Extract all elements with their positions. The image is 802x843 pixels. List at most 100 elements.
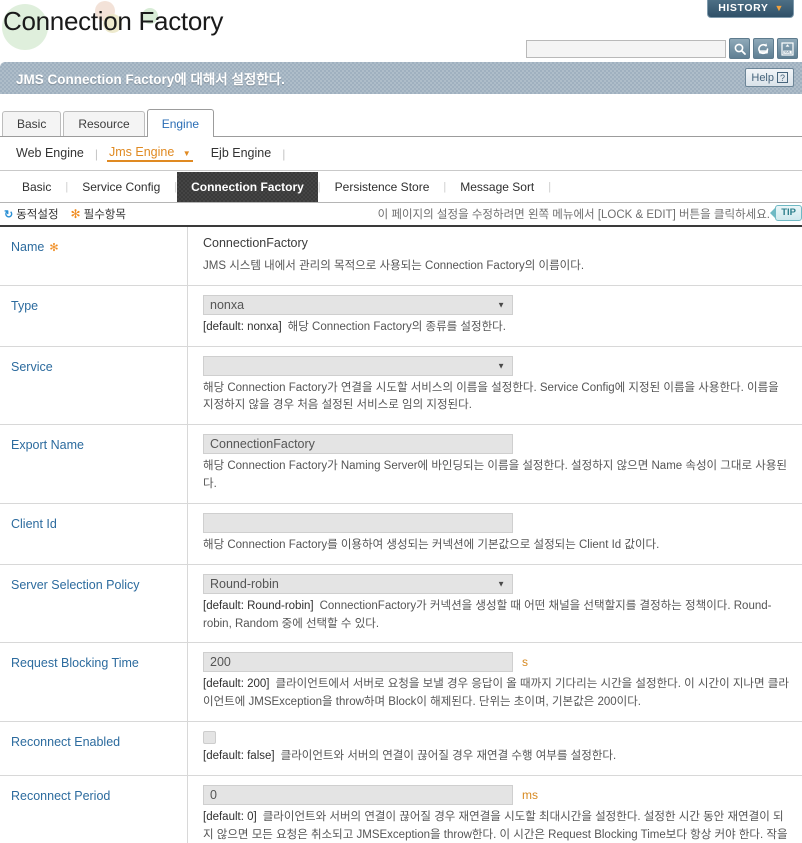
field-description-text: 클라이언트에서 서버로 요청을 보낼 경우 응답이 올 때까지 기다리는 시간을…: [203, 678, 789, 709]
nav-separator: |: [94, 146, 98, 161]
page-title: Connection Factory: [3, 6, 224, 36]
tab-label: Connection Factory: [191, 179, 304, 194]
search-bar: XML: [526, 38, 798, 59]
form-row-label-cell: Service: [0, 346, 188, 425]
tertiary-tab-bar: Basic | Service Config | Connection Fact…: [0, 171, 802, 203]
tab-persistence-store[interactable]: Persistence Store: [321, 174, 444, 200]
field-description: [default: 0] 클라이언트와 서버의 연결이 끊어질 경우 재연결을 시…: [203, 809, 792, 843]
form-row: Export Name 해당 Connection Factory가 Naming…: [0, 425, 802, 504]
field-default-value: [default: 0]: [203, 810, 257, 823]
field-text-input[interactable]: [203, 434, 513, 455]
nav-item-label: Jms Engine: [109, 145, 175, 159]
field-checkbox[interactable]: [203, 730, 216, 744]
field-label: Reconnect Period: [11, 788, 111, 803]
search-icon-button[interactable]: [729, 38, 750, 59]
form-row-field-cell: 해당 Connection Factory를 이용하여 생성되는 커넥션에 기본…: [188, 504, 802, 564]
field-static-value: ConnectionFactory: [203, 236, 308, 250]
form-row-field-cell: ms [default: 0]클라이언트와 서버의 연결이 끊어질 경우 재연결을…: [188, 776, 802, 843]
help-button[interactable]: Help ?: [745, 68, 794, 87]
search-icon: [734, 43, 746, 55]
field-control-line: ms: [203, 784, 792, 805]
tab-message-sort[interactable]: Message Sort: [446, 174, 548, 200]
lock-edit-note: 이 페이지의 설정을 수정하려면 왼쪽 메뉴에서 [LOCK & EDIT] 버…: [377, 209, 770, 221]
form-row: Reconnect Enabled [default: false] 클라이언트와 …: [0, 721, 802, 776]
field-select[interactable]: ▼: [203, 355, 513, 376]
field-description-text: 해당 Connection Factory를 이용하여 생성되는 커넥션에 기본…: [203, 538, 660, 551]
field-default-value: [default: false]: [203, 749, 275, 762]
tip-badge[interactable]: TIP: [770, 205, 802, 222]
field-text-input[interactable]: [203, 512, 513, 533]
form-row-label-cell: Reconnect Period: [0, 775, 188, 843]
form-row-label-cell: Client Id: [0, 503, 188, 564]
field-description: [default: 200] 클라이언트에서 서버로 요청을 보낼 경우 응답이 …: [203, 676, 792, 712]
form-row: Request Blocking Time s [default: 200]클라이언…: [0, 643, 802, 722]
tab-label: Resource: [78, 117, 130, 131]
field-control-line: ConnectionFactory: [203, 236, 792, 254]
field-control-line: [203, 730, 792, 744]
field-control-line: [203, 512, 792, 533]
field-control-line: nonxa ▼: [203, 294, 792, 315]
field-unit: ms: [522, 787, 538, 802]
form-row: Type nonxa ▼ [default: nonxa] 해당 Connection …: [0, 285, 802, 347]
tab-resource[interactable]: Resource: [63, 111, 145, 136]
form-row-field-cell: 해당 Connection Factory가 Naming Server에 바인…: [188, 425, 802, 503]
field-description: 해당 Connection Factory가 Naming Server에 바인…: [203, 458, 792, 494]
tab-service-config[interactable]: Service Config: [68, 174, 174, 200]
tab-basic[interactable]: Basic: [2, 111, 62, 136]
nav-separator: |: [282, 146, 286, 161]
form-row-label-cell: Name ✻: [0, 227, 188, 285]
field-label: Reconnect Enabled: [11, 734, 121, 749]
form-row-field-cell: Round-robin ▼ [default: Round-robin] Connec…: [188, 565, 802, 643]
tab-engine[interactable]: Engine: [146, 109, 215, 137]
field-description: JMS 시스템 내에서 관리의 목적으로 사용되는 Connection Fac…: [203, 258, 792, 276]
field-description-text: 클라이언트와 서버의 연결이 끊어질 경우 재연결 수행 여부를 설정한다.: [280, 749, 617, 762]
form-row-label-cell: Export Name: [0, 425, 188, 503]
tab-separator: |: [548, 180, 552, 193]
legend-bar: ↻ 동적설정 ✻ 필수항목 이 페이지의 설정을 수정하려면 왼쪽 메뉴에서 […: [0, 203, 802, 225]
description-banner: JMS Connection Factory에 대해서 설정한다. Help ?: [0, 62, 802, 94]
question-mark-icon: ?: [777, 72, 788, 83]
field-select[interactable]: nonxa ▼: [203, 294, 513, 315]
field-label: Name: [11, 240, 45, 254]
nav-item-web-engine[interactable]: Web Engine: [14, 146, 86, 162]
form-row: Server Selection Policy Round-robin ▼ [defa…: [0, 564, 802, 644]
form-row: Reconnect Period ms [default: 0]클라이언트와 서버의…: [0, 775, 802, 843]
form-row-field-cell: ▼ 해당 Connection Factory가 연결을 시도할 서비스의 이름을…: [188, 347, 802, 425]
history-button[interactable]: HISTORY ▼: [707, 0, 794, 18]
legend-required: ✻ 필수항목: [71, 206, 126, 222]
dynamic-setting-icon: ↻: [4, 208, 14, 221]
refresh-icon-button[interactable]: [753, 38, 774, 59]
form-row: Name ✻ ConnectionFactory JMS 시스템 내에서 관리의 목적…: [0, 227, 802, 286]
field-description-text: 해당 Connection Factory의 종류를 설정한다.: [287, 320, 506, 333]
field-default-value: [default: nonxa]: [203, 320, 282, 333]
legend-dynamic-label: 동적설정: [16, 209, 59, 221]
field-default-value: [default: 200]: [203, 678, 270, 691]
search-input[interactable]: [526, 39, 726, 58]
tab-label: Persistence Store: [334, 179, 430, 194]
xml-export-icon-button[interactable]: XML: [777, 38, 798, 59]
chevron-down-icon: ▼: [497, 579, 505, 589]
legend-dynamic: ↻ 동적설정: [4, 206, 59, 222]
tab-basic[interactable]: Basic: [8, 174, 65, 200]
field-description-text: JMS 시스템 내에서 관리의 목적으로 사용되는 Connection Fac…: [203, 260, 585, 272]
field-label: Type: [11, 298, 39, 313]
nav-item-ejb-engine[interactable]: Ejb Engine: [209, 146, 273, 162]
field-description-text: 클라이언트와 서버의 연결이 끊어질 경우 재연결을 시도할 최대시간을 설정한…: [203, 810, 788, 841]
field-label: Server Selection Policy: [11, 577, 140, 592]
field-select[interactable]: Round-robin ▼: [203, 573, 513, 594]
field-label: Export Name: [11, 438, 84, 453]
field-text-input[interactable]: [203, 784, 513, 805]
required-asterisk-icon: ✻: [49, 242, 59, 254]
form-row-field-cell: nonxa ▼ [default: nonxa] 해당 Connection Fact…: [188, 286, 802, 346]
field-text-input[interactable]: [203, 652, 513, 673]
tab-label: Basic: [22, 179, 52, 194]
field-description: [default: Round-robin] ConnectionFactory가…: [203, 598, 792, 634]
chevron-down-icon: ▼: [182, 149, 191, 158]
field-control-line: s: [203, 652, 792, 673]
nav-item-jms-engine[interactable]: Jms Engine ▼: [107, 145, 193, 162]
field-label: Service: [11, 359, 53, 374]
field-control-line: ▼: [203, 355, 792, 376]
settings-form-table: Name ✻ ConnectionFactory JMS 시스템 내에서 관리의 목적…: [0, 225, 802, 843]
banner-text: JMS Connection Factory에 대해서 설정한다.: [16, 72, 285, 87]
tab-connection-factory[interactable]: Connection Factory: [177, 172, 318, 202]
